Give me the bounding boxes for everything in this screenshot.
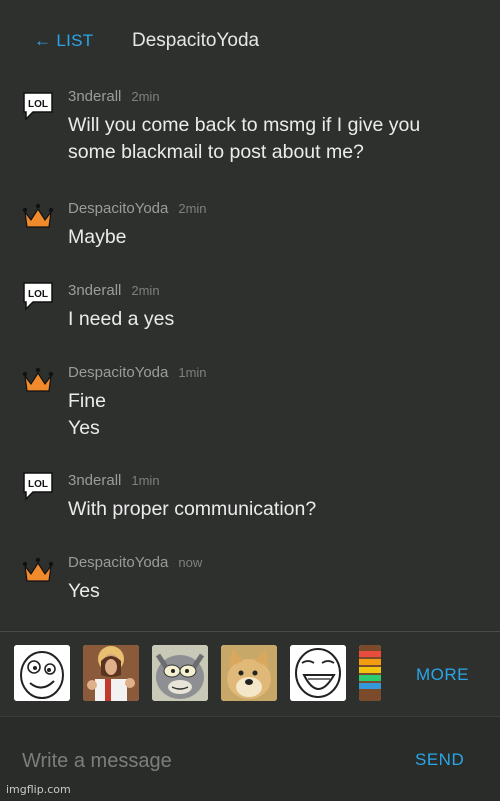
message-text: Fine Yes [68, 388, 478, 442]
message-text: I need a yes [68, 306, 478, 333]
avatar-badge-text: LOL [28, 289, 48, 300]
message-time: 2min [178, 201, 207, 216]
message-meta: DespacitoYoda 2min [68, 200, 207, 217]
message-time: 1min [131, 473, 160, 488]
chat-title: DespacitoYoda [132, 30, 260, 51]
buddy-christ-sticker[interactable] [83, 645, 139, 701]
watermark: imgflip.com [6, 783, 71, 796]
chat-header: ← LIST DespacitoYoda [0, 0, 500, 80]
more-stickers-button[interactable]: MORE [416, 665, 469, 685]
message-meta: 3nderall 1min [68, 472, 160, 489]
message-time: 2min [131, 283, 160, 298]
message-line: Yes [68, 417, 100, 439]
back-to-list-button[interactable]: ← LIST [34, 31, 93, 51]
lol-face-sticker[interactable] [290, 645, 346, 701]
message-line: Will you come back to msmg if I give you [68, 114, 421, 136]
message-author[interactable]: DespacitoYoda [68, 364, 168, 381]
message-list: LOL 3nderall 2min Will you come back to m… [0, 80, 500, 632]
message-line: I need a yes [68, 308, 175, 330]
message-line: Maybe [68, 226, 127, 248]
rainbow-sticker[interactable] [359, 645, 381, 701]
message-meta: 3nderall 2min [68, 282, 160, 299]
lol-speech-bubble-icon: LOL [23, 92, 53, 121]
crown-icon [22, 557, 54, 582]
sticker-tray: MORE [0, 632, 500, 716]
message-meta: 3nderall 2min [68, 88, 160, 105]
message-text: Will you come back to msmg if I give you… [68, 112, 478, 166]
message-text: With proper communication? [68, 496, 478, 523]
message-meta: DespacitoYoda now [68, 554, 202, 571]
message-author[interactable]: 3nderall [68, 282, 121, 299]
doge-sticker[interactable] [221, 645, 277, 701]
message-composer: SEND [0, 716, 500, 801]
message-line: With proper communication? [68, 498, 317, 520]
message-text: Yes [68, 578, 478, 605]
message-author[interactable]: 3nderall [68, 472, 121, 489]
avatar-badge-text: LOL [28, 99, 48, 110]
avatar-badge-text: LOL [28, 479, 48, 490]
tom-cat-sticker[interactable] [152, 645, 208, 701]
message-input[interactable] [20, 745, 394, 777]
derp-face-sticker[interactable] [14, 645, 70, 701]
message-text: Maybe [68, 224, 478, 251]
message-time: 1min [178, 365, 207, 380]
message-line: Yes [68, 580, 100, 602]
message-author[interactable]: DespacitoYoda [68, 554, 168, 571]
message-meta: DespacitoYoda 1min [68, 364, 207, 381]
message-line: Fine [68, 390, 106, 412]
message-author[interactable]: DespacitoYoda [68, 200, 168, 217]
crown-icon [22, 203, 54, 228]
message-line: some blackmail to post about me? [68, 141, 364, 163]
message-author[interactable]: 3nderall [68, 88, 121, 105]
crown-icon [22, 367, 54, 392]
lol-speech-bubble-icon: LOL [23, 282, 53, 311]
lol-speech-bubble-icon: LOL [23, 472, 53, 501]
message-time: 2min [131, 89, 160, 104]
message-time: now [178, 555, 203, 570]
send-button[interactable]: SEND [415, 750, 464, 770]
